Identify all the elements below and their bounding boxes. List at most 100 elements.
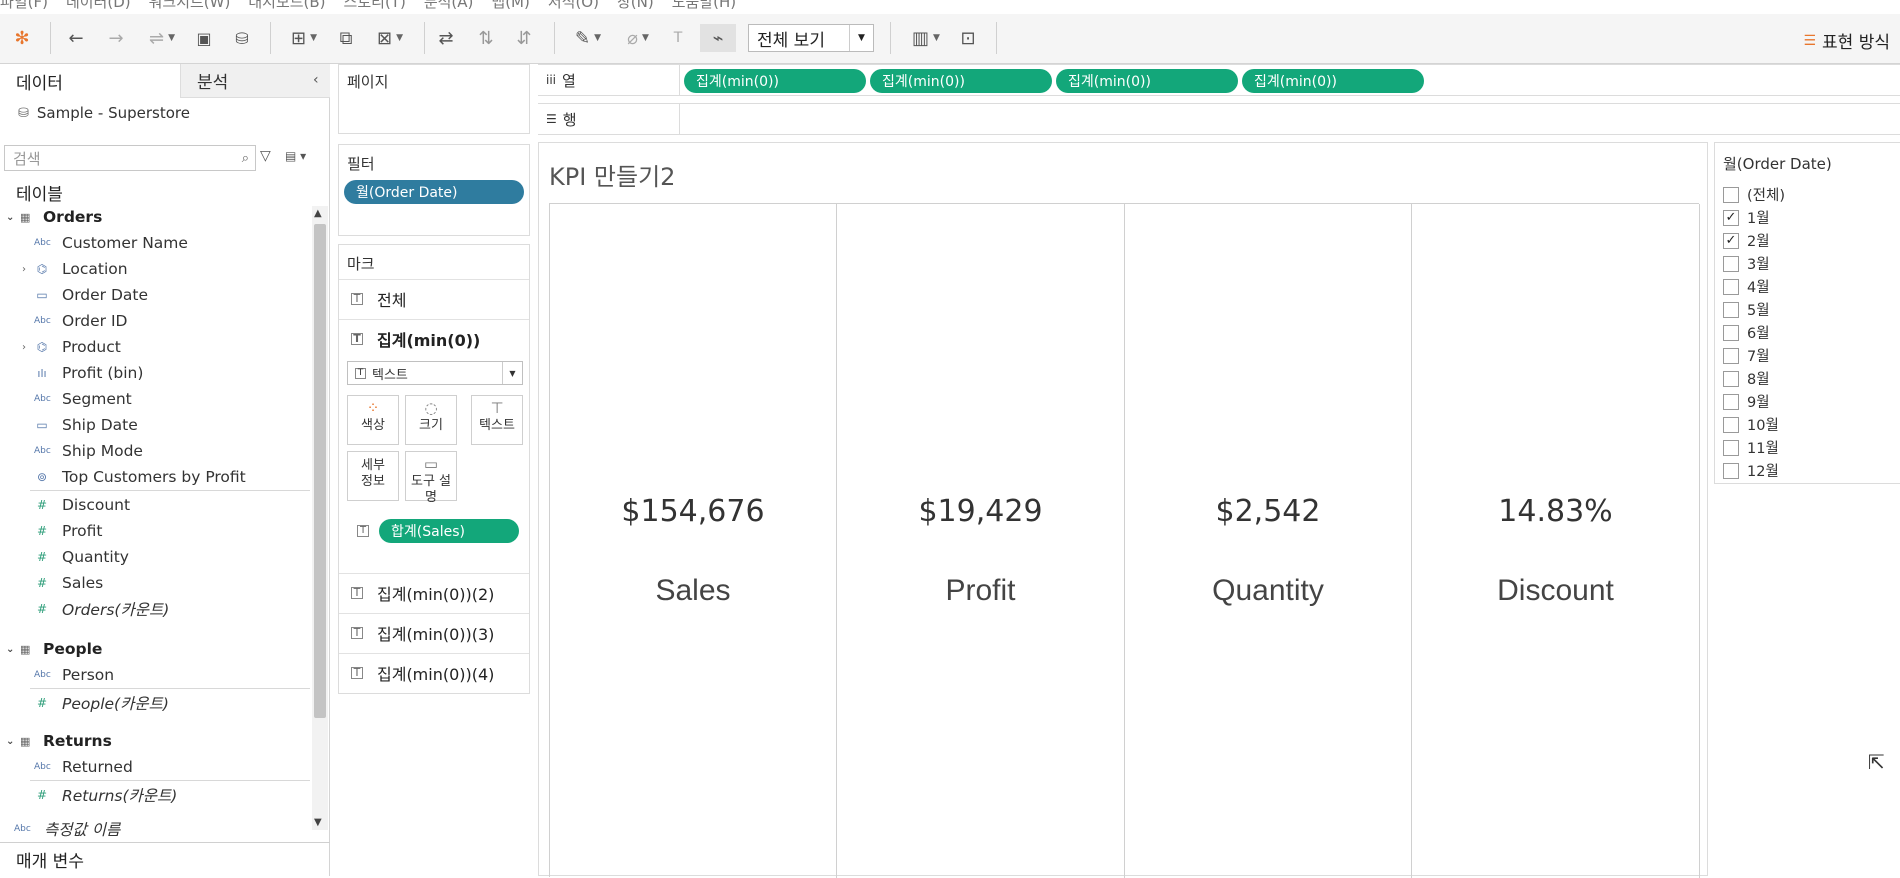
search-input[interactable]: 검색 ⌕ xyxy=(4,145,256,171)
pages-card[interactable]: 페이지 xyxy=(338,64,530,134)
menu-file[interactable]: 파일(F) xyxy=(0,0,48,12)
checkbox[interactable]: ✓ xyxy=(1723,209,1739,226)
sort-descending-icon[interactable]: ⇵ xyxy=(512,24,536,52)
chevron-down-icon[interactable]: ⌄ xyxy=(6,736,14,747)
marks-tab-2[interactable]: T 집계(min(0))(2) xyxy=(339,573,529,611)
filters-card[interactable]: 필터 월(Order Date) xyxy=(338,144,530,236)
checkbox[interactable] xyxy=(1723,347,1739,364)
datasource[interactable]: ⛁ Sample - Superstore xyxy=(18,104,190,122)
marks-pill-sales[interactable]: 합계(Sales) xyxy=(379,519,519,543)
chevron-right-icon[interactable]: › xyxy=(22,342,26,353)
scroll-up-icon[interactable]: ▲ xyxy=(314,208,322,219)
kpi-sales[interactable]: $154,676 Sales xyxy=(550,204,837,878)
filter-icon[interactable]: ▽ xyxy=(260,148,271,164)
sort-ascending-icon[interactable]: ⇅ xyxy=(474,24,498,52)
filter-checkbox-row[interactable]: 3월 xyxy=(1723,252,1770,275)
menu-map[interactable]: 맵(M) xyxy=(491,0,529,12)
filter-checkbox-row[interactable]: 5월 xyxy=(1723,298,1770,321)
save-icon[interactable]: ▣ xyxy=(192,24,216,52)
filter-checkbox-row[interactable]: 9월 xyxy=(1723,390,1770,413)
show-me-button[interactable]: ☰ 표현 방식 xyxy=(1803,28,1890,54)
tableau-logo-icon[interactable]: ✻ xyxy=(10,24,34,52)
menu-story[interactable]: 스토리(T) xyxy=(344,0,406,12)
new-worksheet-icon[interactable]: ⊞ ▼ xyxy=(282,24,326,52)
chevron-down-icon[interactable]: ▼ xyxy=(849,25,873,51)
rows-shelf[interactable]: ☰ 행 xyxy=(538,103,1900,135)
field-list-scrollbar[interactable]: ▲ ▼ xyxy=(312,206,328,830)
presentation-mode-icon[interactable]: ⊡ xyxy=(956,24,980,52)
marks-tab-4[interactable]: T 집계(min(0))(4) xyxy=(339,653,529,691)
group-members-icon[interactable]: ⌀ ▼ xyxy=(616,24,660,52)
kpi-quantity[interactable]: $2,542 Quantity xyxy=(1125,204,1412,878)
fix-axes-icon[interactable]: ⌁ xyxy=(700,24,736,52)
replace-data-icon[interactable]: ⇌ ▼ xyxy=(140,24,184,52)
checkbox[interactable] xyxy=(1723,462,1739,479)
swap-rows-columns-icon[interactable]: ⇄ xyxy=(434,24,458,52)
color-button[interactable]: ⁘ 색상 xyxy=(347,395,399,445)
checkbox[interactable]: ✓ xyxy=(1723,232,1739,249)
chevron-down-icon[interactable]: ⌄ xyxy=(6,212,14,223)
filter-checkbox-row[interactable]: 8월 xyxy=(1723,367,1770,390)
menu-worksheet[interactable]: 워크시트(W) xyxy=(149,0,231,12)
filter-checkbox-row[interactable]: 4월 xyxy=(1723,275,1770,298)
scrollbar-thumb[interactable] xyxy=(314,224,326,718)
checkbox[interactable] xyxy=(1723,255,1739,272)
menu-analysis[interactable]: 분석(A) xyxy=(424,0,474,12)
columns-shelf[interactable]: iii 열 집계(min(0)) 집계(min(0)) 집계(min(0)) 집… xyxy=(538,64,1900,96)
chevron-down-icon[interactable]: ⌄ xyxy=(6,644,14,655)
detail-button[interactable]: 세부 정보 xyxy=(347,451,399,501)
menu-dashboard[interactable]: 대시보드(B) xyxy=(248,0,325,12)
checkbox[interactable] xyxy=(1723,416,1739,433)
kpi-profit[interactable]: $19,429 Profit xyxy=(837,204,1125,878)
filter-checkbox-row[interactable]: ✓ 2월 xyxy=(1723,229,1770,252)
redo-icon[interactable]: → xyxy=(104,24,128,52)
filter-pill-month[interactable]: 월(Order Date) xyxy=(344,180,524,204)
scroll-down-icon[interactable]: ▼ xyxy=(314,817,322,828)
checkbox[interactable] xyxy=(1723,186,1739,203)
checkbox[interactable] xyxy=(1723,439,1739,456)
menu-data[interactable]: 데이터(D) xyxy=(66,0,131,12)
worksheet-view[interactable]: KPI 만들기2 $154,676 Sales $19,429 Profit $… xyxy=(538,142,1708,878)
marks-tab-3[interactable]: T 집계(min(0))(3) xyxy=(339,613,529,651)
filter-checkbox-row[interactable]: ✓ 1월 xyxy=(1723,206,1770,229)
fit-view-select[interactable]: 전체 보기 ▼ xyxy=(748,24,874,52)
checkbox[interactable] xyxy=(1723,301,1739,318)
chevron-down-icon[interactable]: ▼ xyxy=(502,362,522,384)
filter-checkbox-row[interactable]: (전체) xyxy=(1723,183,1785,206)
clear-sheet-icon[interactable]: ⊠ ▼ xyxy=(368,24,412,52)
show-mark-labels-icon[interactable]: T xyxy=(666,24,690,52)
tab-analysis[interactable]: 분석 xyxy=(180,64,330,98)
filter-checkbox-row[interactable]: 7월 xyxy=(1723,344,1770,367)
new-datasource-icon[interactable]: ⛁ xyxy=(230,24,254,52)
highlight-icon[interactable]: ✎ ▼ xyxy=(566,24,610,52)
column-pill[interactable]: 집계(min(0)) xyxy=(1056,69,1238,93)
column-pill[interactable]: 집계(min(0)) xyxy=(684,69,866,93)
kpi-discount[interactable]: 14.83% Discount xyxy=(1412,204,1700,878)
tooltip-button[interactable]: ▭ 도구 설명 xyxy=(405,451,457,505)
label-button[interactable]: ⊤ 텍스트 xyxy=(471,395,523,445)
duplicate-sheet-icon[interactable]: ⧉ xyxy=(334,24,358,52)
show-cards-icon[interactable]: ▥ ▼ xyxy=(904,24,948,52)
column-pill[interactable]: 집계(min(0)) xyxy=(1242,69,1424,93)
marks-tab-all[interactable]: T 전체 xyxy=(339,279,529,317)
filter-checkbox-row[interactable]: 10월 xyxy=(1723,413,1779,436)
checkbox[interactable] xyxy=(1723,324,1739,341)
filter-checkbox-row[interactable]: 11월 xyxy=(1723,436,1779,459)
checkbox[interactable] xyxy=(1723,393,1739,410)
menu-help[interactable]: 도움말(H) xyxy=(672,0,736,12)
chevron-right-icon[interactable]: › xyxy=(22,264,26,275)
filter-checkbox-row[interactable]: 12월 xyxy=(1723,459,1779,482)
menu-window[interactable]: 창(N) xyxy=(617,0,654,12)
parameters-section[interactable]: 매개 변수 xyxy=(0,842,330,876)
column-pill[interactable]: 집계(min(0)) xyxy=(870,69,1052,93)
checkbox[interactable] xyxy=(1723,278,1739,295)
marks-tab-active[interactable]: T 집계(min(0)) xyxy=(339,319,529,357)
undo-icon[interactable]: ← xyxy=(64,24,88,52)
menu-format[interactable]: 서식(O) xyxy=(548,0,599,12)
checkbox[interactable] xyxy=(1723,370,1739,387)
view-list-icon[interactable]: ▤ ▾ xyxy=(285,149,306,163)
mark-type-select[interactable]: T 텍스트 ▼ xyxy=(347,361,523,385)
size-button[interactable]: ◌ 크기 xyxy=(405,395,457,445)
filter-checkbox-row[interactable]: 6월 xyxy=(1723,321,1770,344)
collapse-pane-icon[interactable]: ‹ xyxy=(313,72,319,88)
